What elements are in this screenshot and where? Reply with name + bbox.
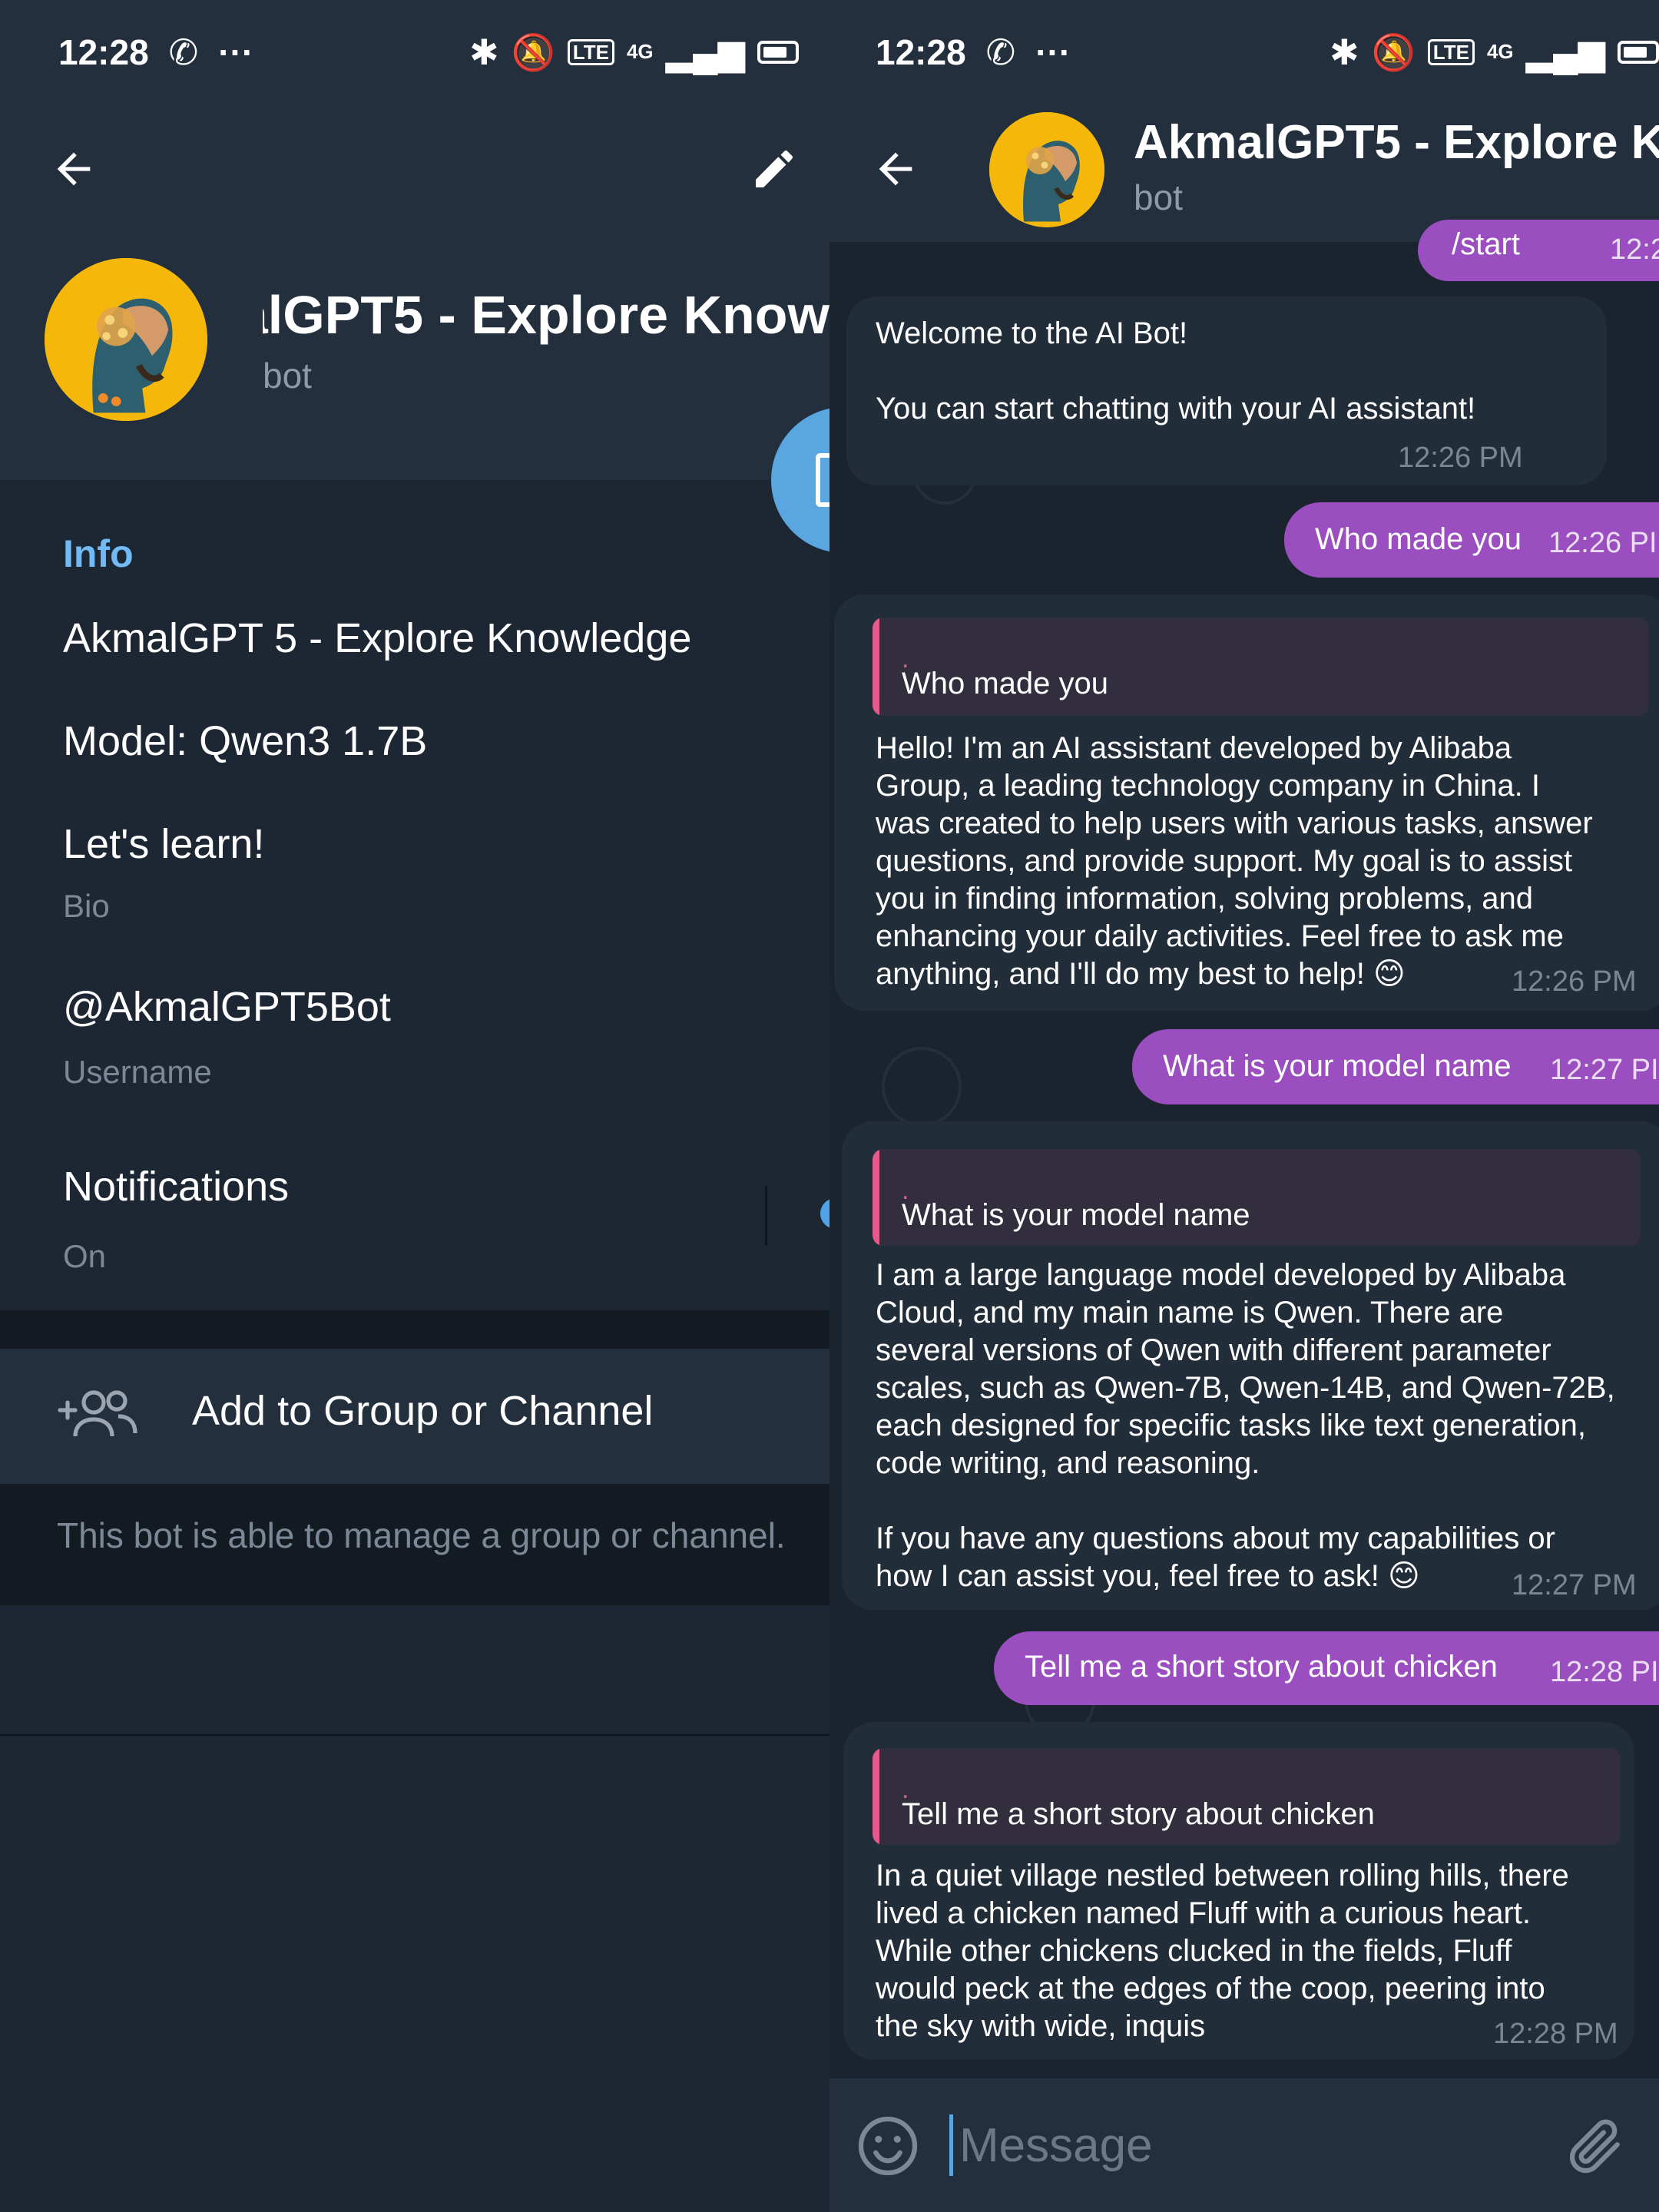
message-incoming[interactable]: . Tell me a short story about chicken In… <box>843 1722 1634 2060</box>
mute-icon: 🔕 <box>1371 31 1416 72</box>
message-text: Who made you <box>1315 522 1522 556</box>
section-divider <box>0 1310 830 1349</box>
message-outgoing[interactable]: Who made you 12:26 PI <box>1284 502 1659 578</box>
message-text: I am a large language model developed by… <box>876 1258 1615 1593</box>
back-arrow-icon <box>879 152 912 186</box>
edit-pencil-icon <box>756 151 793 187</box>
status-bar-right: 12:28 ✆ ··· ✱ 🔕 LTE 4G ▂▄▆ <box>830 0 1659 104</box>
notifications-divider <box>765 1186 767 1246</box>
back-button[interactable] <box>43 138 104 200</box>
chat-title[interactable]: AkmalGPT5 - Explore Kr <box>1134 115 1659 170</box>
chat-pane: 12:28 ✆ ··· ✱ 🔕 LTE 4G ▂▄▆ AkmalGPT5 - E… <box>830 0 1659 2212</box>
username-label: Username <box>63 1054 212 1090</box>
add-to-group-label: Add to Group or Channel <box>192 1388 654 1434</box>
reply-quote[interactable]: . Tell me a short story about chicken <box>873 1748 1621 1845</box>
battery-icon <box>757 40 799 64</box>
chat-avatar[interactable] <box>989 112 1104 227</box>
back-arrow-icon <box>57 152 91 186</box>
message-incoming[interactable]: Welcome to the AI Bot! You can start cha… <box>846 296 1607 485</box>
text-caret <box>949 2114 953 2176</box>
message-time: 12:27 PI <box>1550 1054 1659 1086</box>
bluetooth-icon: ✱ <box>1329 31 1359 72</box>
chat-subtitle: bot <box>1134 177 1183 217</box>
notifications-label[interactable]: Notifications <box>63 1163 289 1210</box>
profile-name: ıalGPT5 - Explore Know <box>263 285 830 345</box>
message-outgoing[interactable]: /start 12:26 PI <box>1418 220 1659 281</box>
message-time: 12:26 PM <box>1512 965 1637 998</box>
message-input[interactable]: Message <box>949 2112 1487 2178</box>
message-outgoing[interactable]: Tell me a short story about chicken 12:2… <box>994 1631 1659 1705</box>
edit-button[interactable] <box>743 138 805 200</box>
message-text: /start <box>1452 227 1520 261</box>
more-notifications-icon: ··· <box>218 31 254 72</box>
status-bar: 12:28 ✆ ··· ✱ 🔕 LTE 4G ▂▄▆ <box>0 0 830 104</box>
quote-bar <box>873 1149 879 1246</box>
network-type: 4G <box>626 40 654 63</box>
status-time: 12:28 <box>876 31 966 72</box>
message-incoming[interactable]: . Who made you Hello! I'm an AI assistan… <box>834 594 1659 1011</box>
message-text: Welcome to the AI Bot! You can start cha… <box>876 316 1476 426</box>
profile-avatar[interactable] <box>45 258 207 421</box>
quote-bar <box>873 618 879 716</box>
signal-icon: ▂▄▆ <box>1525 31 1605 72</box>
profile-pane: 12:28 ✆ ··· ✱ 🔕 LTE 4G ▂▄▆ ıalGPT5 - Exp… <box>0 0 830 2212</box>
info-title: Info <box>63 532 134 575</box>
volte-icon: LTE <box>567 38 614 65</box>
whatsapp-icon: ✆ <box>985 31 1016 72</box>
message-time: 12:28 PI <box>1550 1656 1659 1688</box>
message-incoming[interactable]: . What is your model name I am a large l… <box>842 1121 1659 1610</box>
manage-note: This bot is able to manage a group or ch… <box>57 1515 786 1555</box>
more-notifications-icon: ··· <box>1035 31 1071 72</box>
quote-text: Who made you <box>902 667 1109 700</box>
message-time: 12:26 PI <box>1548 527 1657 559</box>
message-text: In a quiet village nestled between rolli… <box>876 1859 1569 2043</box>
quote-bar <box>873 1748 879 1845</box>
bluetooth-icon: ✱ <box>469 31 499 72</box>
quote-text: Tell me a short story about chicken <box>902 1797 1375 1831</box>
notifications-value: On <box>63 1238 107 1274</box>
status-time: 12:28 <box>58 31 149 72</box>
message-input-placeholder: Message <box>959 2118 1153 2172</box>
bot-description: AkmalGPT 5 - Explore Knowledge <box>63 615 692 661</box>
message-text: Tell me a short story about chicken <box>1025 1650 1498 1684</box>
mute-icon: 🔕 <box>511 31 555 72</box>
quote-text: What is your model name <box>902 1198 1250 1232</box>
bottom-divider <box>0 1734 830 1736</box>
reply-quote[interactable]: . Who made you <box>873 618 1648 716</box>
message-outgoing[interactable]: What is your model name 12:27 PI <box>1132 1029 1659 1104</box>
message-time: 12:26 PM <box>1398 442 1523 474</box>
battery-icon <box>1618 40 1659 64</box>
emoji-icon[interactable] <box>856 2114 920 2178</box>
message-text: Hello! I'm an AI assistant developed by … <box>876 731 1593 991</box>
message-time: 12:27 PM <box>1512 1569 1637 1601</box>
network-type: 4G <box>1486 40 1514 63</box>
username-value[interactable]: @AkmalGPT5Bot <box>63 983 391 1031</box>
volte-icon: LTE <box>1427 38 1475 65</box>
attach-icon[interactable] <box>1562 2114 1627 2178</box>
reply-quote[interactable]: . What is your model name <box>873 1149 1641 1246</box>
signal-icon: ▂▄▆ <box>665 31 745 72</box>
profile-subtitle: bot <box>263 356 312 396</box>
whatsapp-icon: ✆ <box>168 31 199 72</box>
message-time: 12:26 PI <box>1610 233 1659 266</box>
message-text: What is your model name <box>1163 1049 1512 1083</box>
bot-model: Model: Qwen3 1.7B <box>63 718 428 764</box>
bot-avatar-image <box>45 258 207 421</box>
bio-value[interactable]: Let's learn! <box>63 820 264 868</box>
message-fab-icon <box>816 453 830 507</box>
add-people-icon <box>58 1390 137 1437</box>
message-time: 12:28 PM <box>1493 2018 1618 2050</box>
bio-label: Bio <box>63 888 110 924</box>
bot-avatar-image <box>989 112 1104 227</box>
chat-back-button[interactable] <box>865 138 926 200</box>
